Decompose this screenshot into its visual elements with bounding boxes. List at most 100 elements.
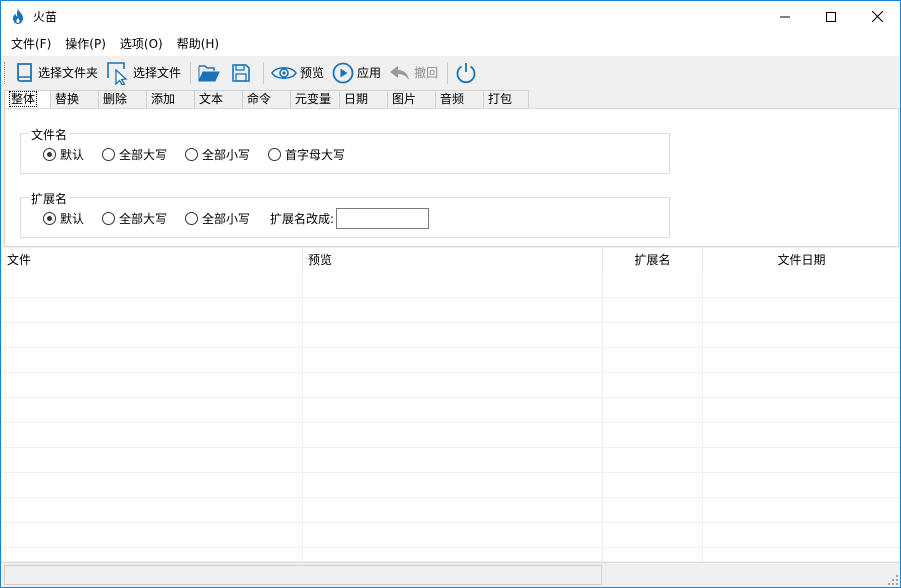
table-row[interactable] [2,398,900,423]
radio-button[interactable] [185,212,199,225]
menu-file[interactable]: 文件(F) [4,33,58,55]
radio-button[interactable] [268,148,282,161]
menu-help[interactable]: 帮助(H) [170,33,226,55]
ext-radio-default[interactable]: 默认 [43,210,84,227]
tab-audio[interactable]: 音频 [436,90,484,109]
file-list[interactable]: 文件 预览 扩展名 文件日期 [2,248,900,561]
close-button[interactable] [854,1,900,32]
filename-radio-default[interactable]: 默认 [43,146,84,163]
column-header-filedate[interactable]: 文件日期 [703,248,900,273]
ext-radio-upper[interactable]: 全部大写 [102,210,167,227]
table-cell [603,298,703,322]
maximize-icon [826,11,836,22]
table-cell [703,298,900,322]
select-file-button[interactable]: 选择文件 [103,59,184,87]
table-cell [303,373,603,397]
filename-radio-capitalize[interactable]: 首字母大写 [268,146,345,163]
resize-grip-icon[interactable] [888,575,898,585]
tab-package[interactable]: 打包 [484,90,529,109]
title-bar: 火苗 [1,1,900,32]
tab-replace[interactable]: 替换 [51,90,99,109]
exit-button[interactable] [452,59,483,87]
tab-command[interactable]: 命令 [243,90,291,109]
table-cell [703,523,900,547]
menu-options[interactable]: 选项(O) [113,33,170,55]
table-cell [2,498,303,522]
power-icon [456,62,476,83]
extension-group-legend: 扩展名 [29,190,70,207]
table-cell [703,398,900,422]
table-cell [303,298,603,322]
preview-button[interactable]: 预览 [268,59,327,87]
column-header-extension[interactable]: 扩展名 [603,248,703,273]
table-row[interactable] [2,473,900,498]
table-row[interactable] [2,448,900,473]
preview-label: 预览 [300,66,325,80]
tab-strip: 整体 替换 删除 添加 文本 命令 元变量 日期 图片 音频 打包 [4,90,529,110]
tab-metavariable[interactable]: 元变量 [291,90,340,109]
radio-button[interactable] [43,148,56,161]
table-cell [603,323,703,347]
table-cell [703,548,900,561]
table-row[interactable] [2,498,900,523]
column-header-file[interactable]: 文件 [2,248,303,273]
table-cell [303,523,603,547]
ext-change-input[interactable] [336,208,430,229]
toolbar-grip[interactable] [4,61,7,84]
table-row[interactable] [2,298,900,323]
table-cell [703,373,900,397]
table-cell [603,523,703,547]
table-row[interactable] [2,348,900,373]
table-row[interactable] [2,548,900,561]
extension-group: 扩展名 默认 全部大写 全部小写 扩展名改成: [20,190,670,238]
minimize-button[interactable] [762,1,808,32]
table-row[interactable] [2,523,900,548]
tab-text[interactable]: 文本 [195,90,243,109]
table-cell [703,448,900,472]
table-cell [703,473,900,497]
table-cell [2,373,303,397]
flame-icon [11,9,25,25]
filename-radio-lower[interactable]: 全部小写 [185,146,250,163]
table-cell [303,448,603,472]
save-button[interactable] [228,59,257,87]
filename-group: 文件名 默认 全部大写 全部小写 首字母大写 [20,126,670,174]
status-panel [4,565,602,585]
table-cell [303,273,603,297]
radio-button[interactable] [43,212,56,225]
filename-radio-upper[interactable]: 全部大写 [102,146,167,163]
table-cell [303,348,603,372]
tab-delete[interactable]: 删除 [99,90,147,109]
select-file-label: 选择文件 [133,66,182,80]
select-folder-button[interactable]: 选择文件夹 [12,59,101,87]
table-cell [603,348,703,372]
table-row[interactable] [2,323,900,348]
toolbar-separator [447,61,449,84]
table-cell [303,423,603,447]
apply-button[interactable]: 应用 [329,59,384,87]
radio-button[interactable] [185,148,199,161]
undo-button[interactable]: 撤回 [386,59,441,87]
maximize-button[interactable] [808,1,854,32]
tab-image[interactable]: 图片 [388,90,436,109]
column-header-preview[interactable]: 预览 [303,248,603,273]
tab-add[interactable]: 添加 [147,90,195,109]
table-cell [303,548,603,561]
table-cell [2,523,303,547]
radio-button[interactable] [102,148,116,161]
table-row[interactable] [2,373,900,398]
open-button[interactable] [195,59,226,87]
table-cell [2,348,303,372]
radio-button[interactable] [102,212,116,225]
table-row[interactable] [2,423,900,448]
table-row[interactable] [2,273,900,298]
ext-radio-lower[interactable]: 全部小写 [185,210,250,227]
table-cell [603,448,703,472]
menu-operation[interactable]: 操作(P) [58,33,113,55]
tab-panel-overall: 文件名 默认 全部大写 全部小写 首字母大写 扩展名 默认 全部大写 全部小写 … [4,108,899,247]
ext-change-label: 扩展名改成: [270,212,335,226]
tab-overall[interactable]: 整体 [4,90,51,110]
tab-date[interactable]: 日期 [340,90,388,109]
table-cell [603,548,703,561]
save-icon [232,63,250,82]
